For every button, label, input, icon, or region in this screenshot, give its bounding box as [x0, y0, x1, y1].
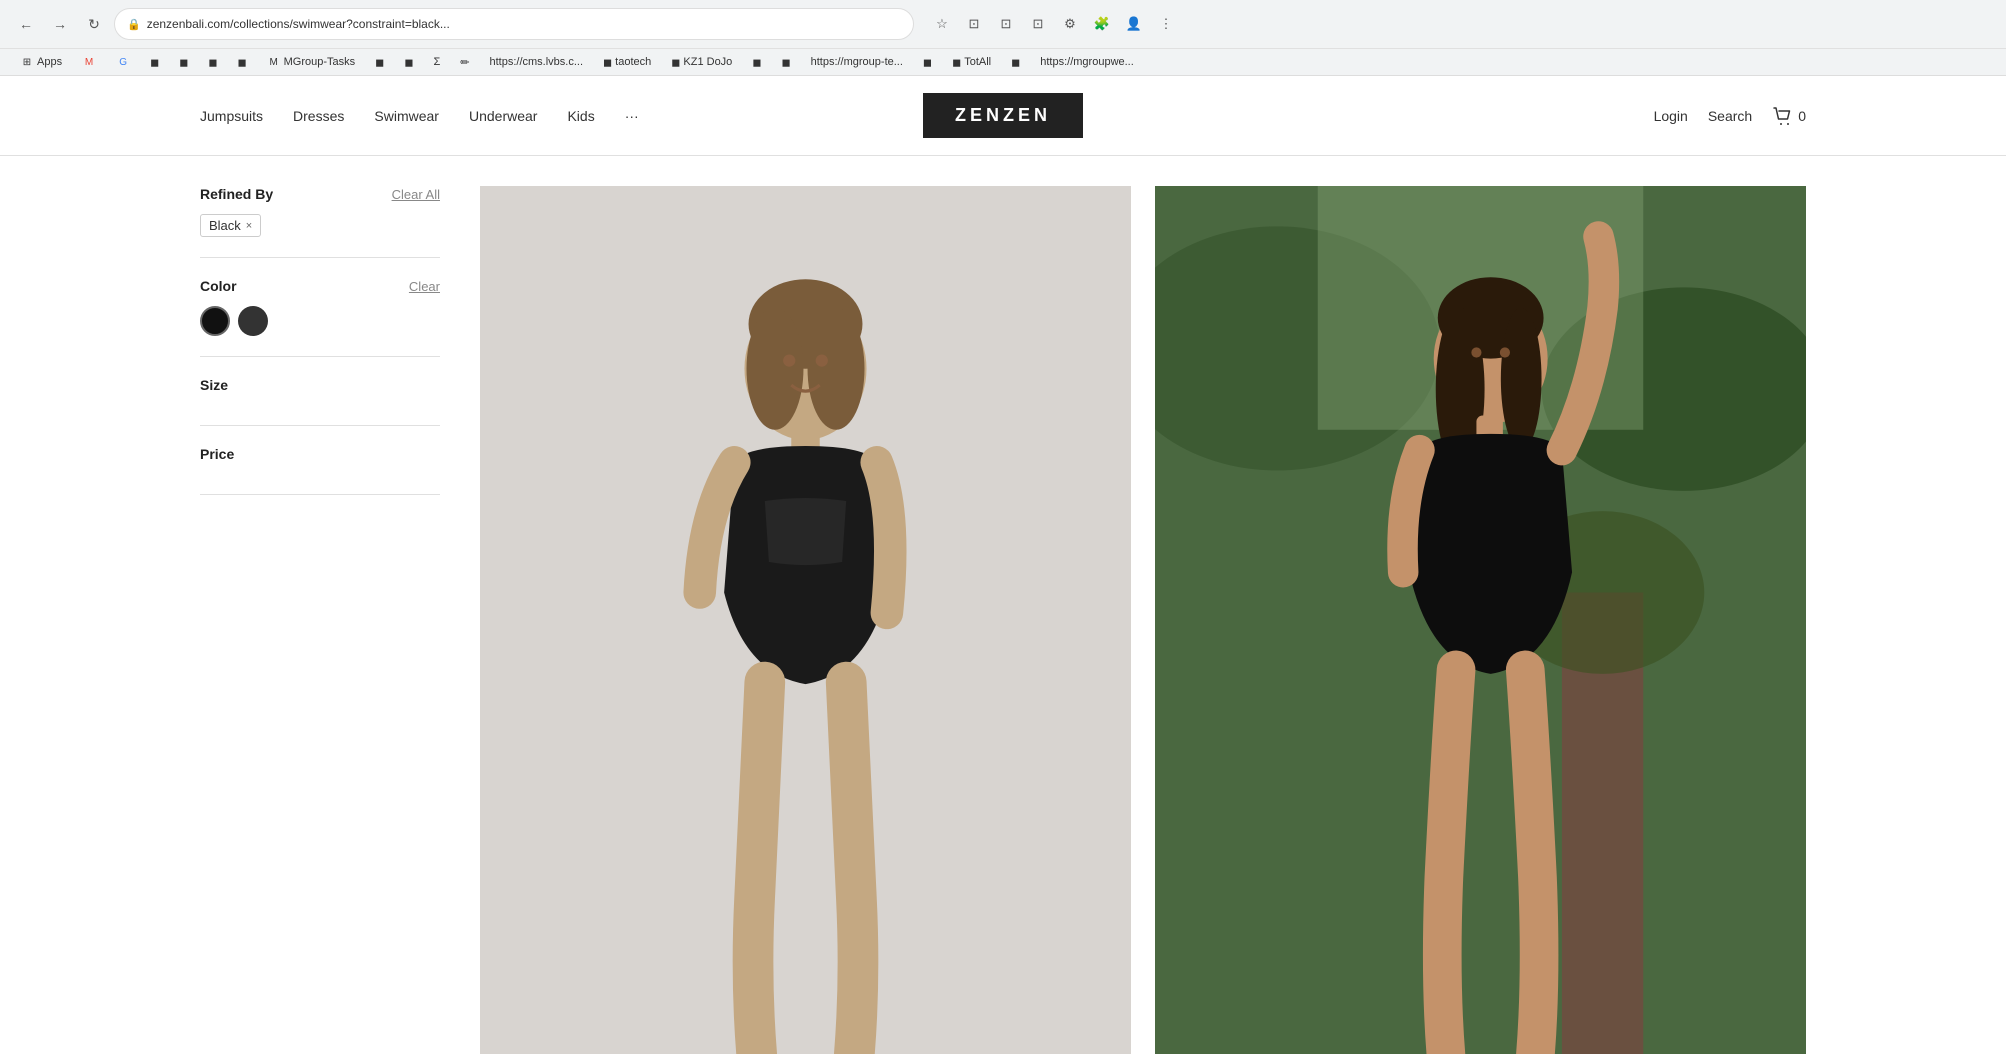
bookmark-kz1dojo[interactable]: ◼ KZ1 DoJo: [663, 54, 740, 71]
login-button[interactable]: Login: [1654, 108, 1688, 124]
bookmark-cms[interactable]: https://cms.lvbs.c...: [481, 54, 591, 70]
cart-button[interactable]: 0: [1772, 105, 1806, 127]
site-main: Refined By Clear All Black × Color Clear…: [0, 156, 2006, 1054]
nav-swimwear[interactable]: Swimwear: [374, 108, 439, 124]
extension-button-4[interactable]: ⚙: [1056, 10, 1084, 38]
profile-button[interactable]: 👤: [1120, 10, 1148, 38]
color-clear-button[interactable]: Clear: [409, 279, 440, 294]
extension-button-3[interactable]: ⊡: [1024, 10, 1052, 38]
site-header: Jumpsuits Dresses Swimwear Underwear Kid…: [0, 76, 2006, 156]
bookmark-gmail[interactable]: M: [74, 53, 104, 71]
price-section: Price: [200, 446, 440, 495]
bookmark-mgroup-tasks-label: MGroup-Tasks: [284, 56, 356, 68]
color-swatches: [200, 306, 440, 336]
address-bar[interactable]: 🔒 zenzenbali.com/collections/swimwear?co…: [114, 8, 914, 40]
back-button[interactable]: ←: [12, 10, 40, 38]
bookmark-item-3[interactable]: ◼: [200, 54, 225, 71]
color-swatch-black[interactable]: [200, 306, 230, 336]
bookmark-item-9[interactable]: ◼: [915, 54, 940, 71]
refined-by-header: Refined By Clear All: [200, 186, 440, 202]
bookmark-star-button[interactable]: ☆: [928, 10, 956, 38]
bookmark-item-2[interactable]: ◼: [171, 54, 196, 71]
size-header: Size: [200, 377, 440, 393]
bookmark-item-8[interactable]: ◼: [773, 54, 798, 71]
mgroup-tasks-icon: M: [267, 55, 281, 69]
browser-chrome: ← → ↻ 🔒 zenzenbali.com/collections/swimw…: [0, 0, 2006, 76]
remove-filter-icon: ×: [246, 220, 252, 232]
apps-icon: ⊞: [20, 55, 34, 69]
browser-actions: ☆ ⊡ ⊡ ⊡ ⚙ 🧩 👤 ⋮: [928, 10, 1180, 38]
bookmark-item-1[interactable]: ◼: [142, 54, 167, 71]
bookmark-mgroup-te[interactable]: https://mgroup-te...: [803, 54, 911, 70]
filter-tag-label: Black: [209, 218, 241, 233]
bookmark-item-7[interactable]: ◼: [744, 54, 769, 71]
bookmark-item-5[interactable]: ◼: [367, 54, 392, 71]
gmail-icon: M: [82, 55, 96, 69]
nav-dresses[interactable]: Dresses: [293, 108, 344, 124]
refined-by-section: Refined By Clear All Black ×: [200, 186, 440, 258]
bookmark-item-10[interactable]: ◼: [1003, 54, 1028, 71]
bookmark-sigma[interactable]: Σ: [425, 54, 448, 70]
extensions-puzzle-button[interactable]: 🧩: [1088, 10, 1116, 38]
google-icon: G: [116, 55, 130, 69]
url-text: zenzenbali.com/collections/swimwear?cons…: [147, 17, 450, 31]
bookmark-taotech[interactable]: ◼ taotech: [595, 54, 659, 71]
bookmark-item-6[interactable]: ◼: [396, 54, 421, 71]
product-card-1[interactable]: [480, 186, 1131, 1054]
site-nav: Jumpsuits Dresses Swimwear Underwear Kid…: [200, 108, 639, 124]
nav-more[interactable]: ···: [625, 108, 639, 124]
size-title: Size: [200, 377, 228, 393]
bookmark-pencil[interactable]: ✏: [452, 54, 477, 71]
nav-underwear[interactable]: Underwear: [469, 108, 537, 124]
size-section: Size: [200, 377, 440, 426]
product-grid: [480, 186, 1806, 1054]
color-header: Color Clear: [200, 278, 440, 294]
black-filter-tag[interactable]: Black ×: [200, 214, 261, 237]
refined-by-title: Refined By: [200, 186, 273, 202]
nav-jumpsuits[interactable]: Jumpsuits: [200, 108, 263, 124]
product-image-1: [480, 186, 1131, 1054]
sidebar: Refined By Clear All Black × Color Clear…: [200, 186, 440, 1054]
bookmark-apps[interactable]: ⊞ Apps: [12, 53, 70, 71]
extension-button-1[interactable]: ⊡: [960, 10, 988, 38]
bookmark-google[interactable]: G: [108, 53, 138, 71]
reload-button[interactable]: ↻: [80, 10, 108, 38]
browser-toolbar: ← → ↻ 🔒 zenzenbali.com/collections/swimw…: [0, 0, 2006, 48]
color-section: Color Clear: [200, 278, 440, 357]
site-header-right: Login Search 0: [1654, 105, 1806, 127]
bookmark-mgroup-tasks[interactable]: M MGroup-Tasks: [259, 53, 364, 71]
search-button[interactable]: Search: [1708, 108, 1752, 124]
cart-count: 0: [1798, 108, 1806, 124]
price-title: Price: [200, 446, 234, 462]
bookmark-mgroupwe[interactable]: https://mgroupwe...: [1032, 54, 1142, 70]
price-header: Price: [200, 446, 440, 462]
bookmark-item-4[interactable]: ◼: [230, 54, 255, 71]
color-title: Color: [200, 278, 237, 294]
nav-kids[interactable]: Kids: [567, 108, 594, 124]
product-card-2[interactable]: [1155, 186, 1806, 1054]
forward-button[interactable]: →: [46, 10, 74, 38]
product-image-2: [1155, 186, 1806, 1054]
extension-button-2[interactable]: ⊡: [992, 10, 1020, 38]
more-options-button[interactable]: ⋮: [1152, 10, 1180, 38]
color-swatch-dark[interactable]: [238, 306, 268, 336]
bookmark-totall[interactable]: ◼ TotAll: [944, 54, 999, 71]
site-logo[interactable]: ZENZEN: [923, 93, 1083, 138]
bookmarks-bar: ⊞ Apps M G ◼ ◼ ◼ ◼ M MGroup-Tasks ◼ ◼ Σ …: [0, 48, 2006, 75]
site-logo-wrap: ZENZEN: [923, 93, 1083, 138]
lock-icon: 🔒: [127, 18, 141, 31]
bookmark-apps-label: Apps: [37, 56, 62, 68]
clear-all-button[interactable]: Clear All: [392, 187, 440, 202]
cart-icon: [1772, 105, 1794, 127]
